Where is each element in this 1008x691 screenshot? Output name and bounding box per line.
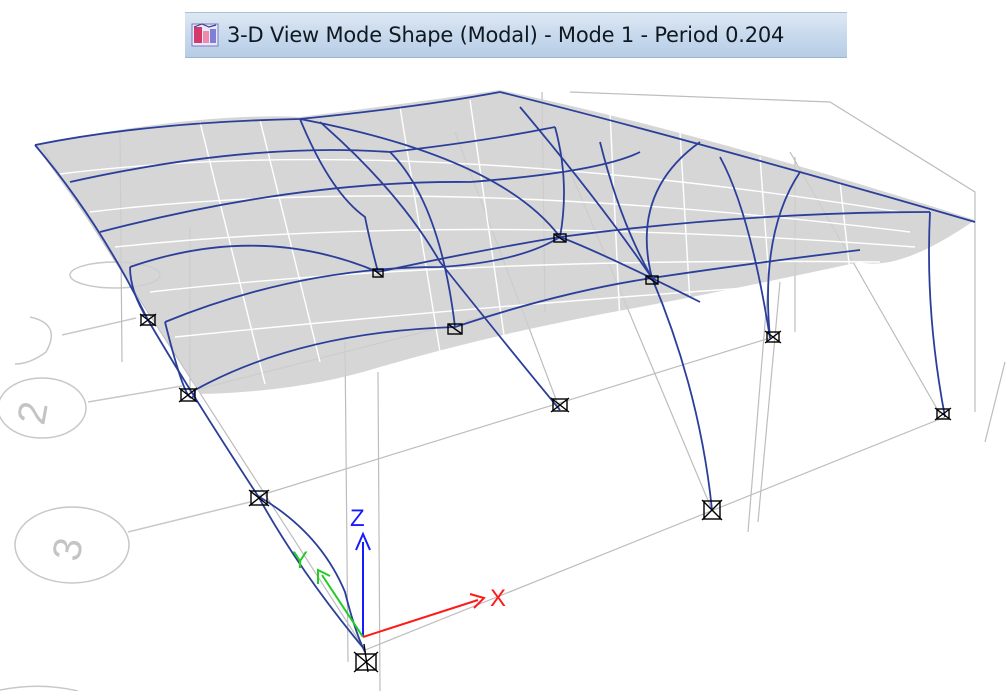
support-pin <box>353 643 379 673</box>
grid-label-3: 3 <box>45 535 92 565</box>
etabs-3d-view-icon <box>191 23 219 47</box>
y-axis-label: Y <box>292 547 308 574</box>
support-pin <box>248 489 270 507</box>
z-axis-label: Z <box>350 505 365 532</box>
window-title-bar[interactable]: 3-D View Mode Shape (Modal) - Mode 1 - P… <box>185 12 847 58</box>
grid-label-2: 2 <box>10 398 57 428</box>
support-pin <box>764 330 782 344</box>
support-pin <box>178 387 198 403</box>
3d-model-viewport[interactable]: 2 3 Z Y X <box>0 62 1008 691</box>
x-axis-label: X <box>490 585 506 612</box>
x-axis <box>362 599 479 638</box>
window-title: 3-D View Mode Shape (Modal) - Mode 1 - P… <box>227 23 785 47</box>
grid-bubble-bottom <box>0 685 79 691</box>
grid-bubble-1 <box>14 316 52 365</box>
